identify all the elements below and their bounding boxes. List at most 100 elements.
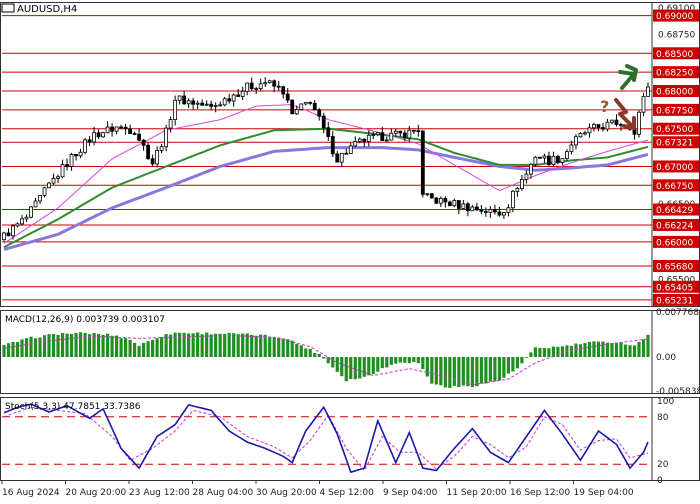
macd-histogram-bar — [547, 348, 550, 357]
candle — [354, 136, 357, 147]
candle-body — [502, 212, 505, 215]
candle-body — [417, 131, 420, 132]
candle-body — [7, 233, 10, 236]
candle — [547, 152, 550, 166]
price-level-label: 0.66000 — [656, 238, 693, 248]
macd-histogram-bar — [228, 333, 231, 357]
candle — [43, 187, 46, 197]
candle — [232, 94, 235, 107]
candle — [610, 120, 613, 125]
candle — [237, 89, 240, 97]
candle-body — [93, 133, 96, 142]
candle — [439, 196, 442, 207]
candle — [309, 101, 312, 105]
candle — [642, 93, 645, 117]
candle — [322, 113, 325, 133]
candle-body — [358, 139, 361, 141]
candle — [300, 103, 303, 110]
candle-body — [331, 136, 334, 153]
candle — [75, 154, 78, 161]
macd-histogram-bar — [47, 334, 50, 357]
macd-histogram-bar — [453, 357, 456, 386]
macd-histogram-bar — [282, 338, 285, 357]
macd-histogram-bar — [2, 345, 5, 357]
candle-body — [493, 209, 496, 212]
candle-body — [349, 146, 352, 154]
candle-body — [66, 165, 69, 167]
candle — [579, 132, 582, 138]
candle-body — [165, 128, 168, 147]
candle — [142, 139, 145, 151]
candle-body — [255, 88, 258, 89]
candle — [349, 143, 352, 154]
candle-body — [556, 156, 559, 162]
macd-histogram-bar — [11, 342, 14, 357]
macd-histogram-bar — [480, 357, 483, 384]
candle-body — [3, 233, 6, 240]
candle-body — [579, 133, 582, 136]
macd-histogram-bar — [160, 337, 163, 357]
candle-body — [408, 130, 411, 138]
candle — [228, 94, 231, 104]
candle-body — [336, 154, 339, 162]
candle — [516, 187, 519, 197]
stoch-tick-label: 100 — [657, 397, 674, 407]
candle — [606, 119, 609, 132]
macd-histogram-bar — [273, 337, 276, 357]
candle-body — [399, 131, 402, 133]
macd-histogram-bar — [561, 346, 564, 357]
candle — [430, 193, 433, 199]
candle-body — [264, 83, 267, 84]
candle — [34, 198, 37, 207]
candle-body — [30, 207, 33, 217]
macd-histogram-bar — [201, 334, 204, 357]
candle-body — [448, 202, 451, 206]
macd-histogram-bar — [151, 340, 154, 357]
macd-histogram-bar — [637, 342, 640, 357]
candle — [120, 125, 123, 129]
macd-histogram-bar — [624, 345, 627, 357]
price-level-label: 0.67500 — [656, 125, 693, 135]
candle-body — [570, 145, 573, 152]
macd-histogram-bar — [507, 357, 510, 373]
macd-histogram-bar — [313, 353, 316, 357]
candle-body — [151, 159, 154, 164]
candle — [570, 141, 573, 155]
macd-histogram-bar — [399, 357, 402, 363]
candle-body — [16, 224, 19, 226]
candle — [205, 100, 208, 106]
macd-histogram-bar — [372, 357, 375, 374]
candle — [507, 204, 510, 216]
candle-body — [421, 131, 424, 195]
macd-histogram-bar — [516, 357, 519, 368]
candle-body — [601, 128, 604, 130]
candle — [282, 86, 285, 99]
macd-histogram-bar — [444, 357, 447, 388]
candle — [327, 122, 330, 141]
candle-body — [403, 133, 406, 138]
candle-body — [390, 133, 393, 140]
stoch-tick-label: 20 — [657, 460, 669, 470]
candle-body — [516, 188, 519, 191]
candle-body — [372, 135, 375, 136]
price-level-label: 0.66429 — [656, 206, 693, 216]
macd-histogram-bar — [417, 357, 420, 363]
candle — [426, 193, 429, 196]
candle — [412, 130, 415, 134]
price-level-label: 0.66750 — [656, 182, 693, 192]
candle — [264, 77, 267, 87]
candle-body — [498, 212, 501, 215]
candle — [250, 78, 253, 91]
candle-body — [219, 105, 222, 106]
stoch-main-line — [4, 404, 648, 472]
candle — [385, 137, 388, 142]
macd-histogram-bar — [354, 357, 357, 379]
macd-histogram-bar — [52, 334, 55, 357]
candle-body — [228, 99, 231, 101]
candle-body — [345, 153, 348, 154]
macd-histogram-bar — [489, 357, 492, 382]
candle-body — [102, 133, 105, 137]
macd-histogram-bar — [20, 339, 23, 357]
macd-histogram-bar — [385, 357, 388, 367]
macd-histogram-bar — [142, 343, 145, 357]
